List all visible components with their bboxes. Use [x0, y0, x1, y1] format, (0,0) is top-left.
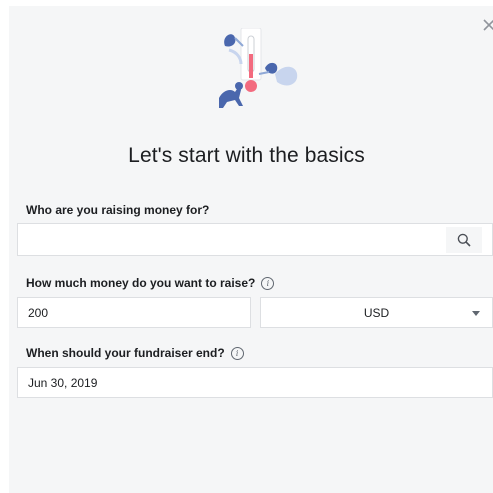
dialog-title: Let's start with the basics: [128, 144, 365, 167]
info-icon[interactable]: i: [261, 276, 275, 290]
end-date-input[interactable]: [18, 368, 492, 397]
beneficiary-label-text: Who are you raising money for?: [26, 203, 210, 217]
beneficiary-search-input[interactable]: [18, 224, 492, 255]
fundraiser-dialog: Let's start with the basics Who are you …: [9, 6, 493, 493]
end-date-label: When should your fundraiser end? i: [26, 346, 244, 360]
chevron-down-icon: [472, 311, 480, 316]
info-icon[interactable]: i: [230, 346, 244, 360]
fundraiser-thermometer-illustration: [219, 28, 298, 108]
currency-value: USD: [363, 305, 390, 320]
end-date-field[interactable]: [17, 367, 493, 398]
close-icon[interactable]: [482, 18, 493, 32]
goal-amount-field[interactable]: [17, 297, 251, 328]
goal-amount-input[interactable]: [18, 298, 250, 327]
goal-label: How much money do you want to raise? i: [26, 276, 275, 290]
currency-select[interactable]: USD: [260, 297, 493, 328]
search-button[interactable]: [446, 227, 482, 253]
goal-label-text: How much money do you want to raise?: [26, 276, 256, 290]
beneficiary-search-field[interactable]: [17, 223, 493, 256]
end-date-label-text: When should your fundraiser end?: [26, 346, 225, 360]
search-icon: [457, 233, 471, 247]
beneficiary-label: Who are you raising money for?: [26, 203, 209, 217]
